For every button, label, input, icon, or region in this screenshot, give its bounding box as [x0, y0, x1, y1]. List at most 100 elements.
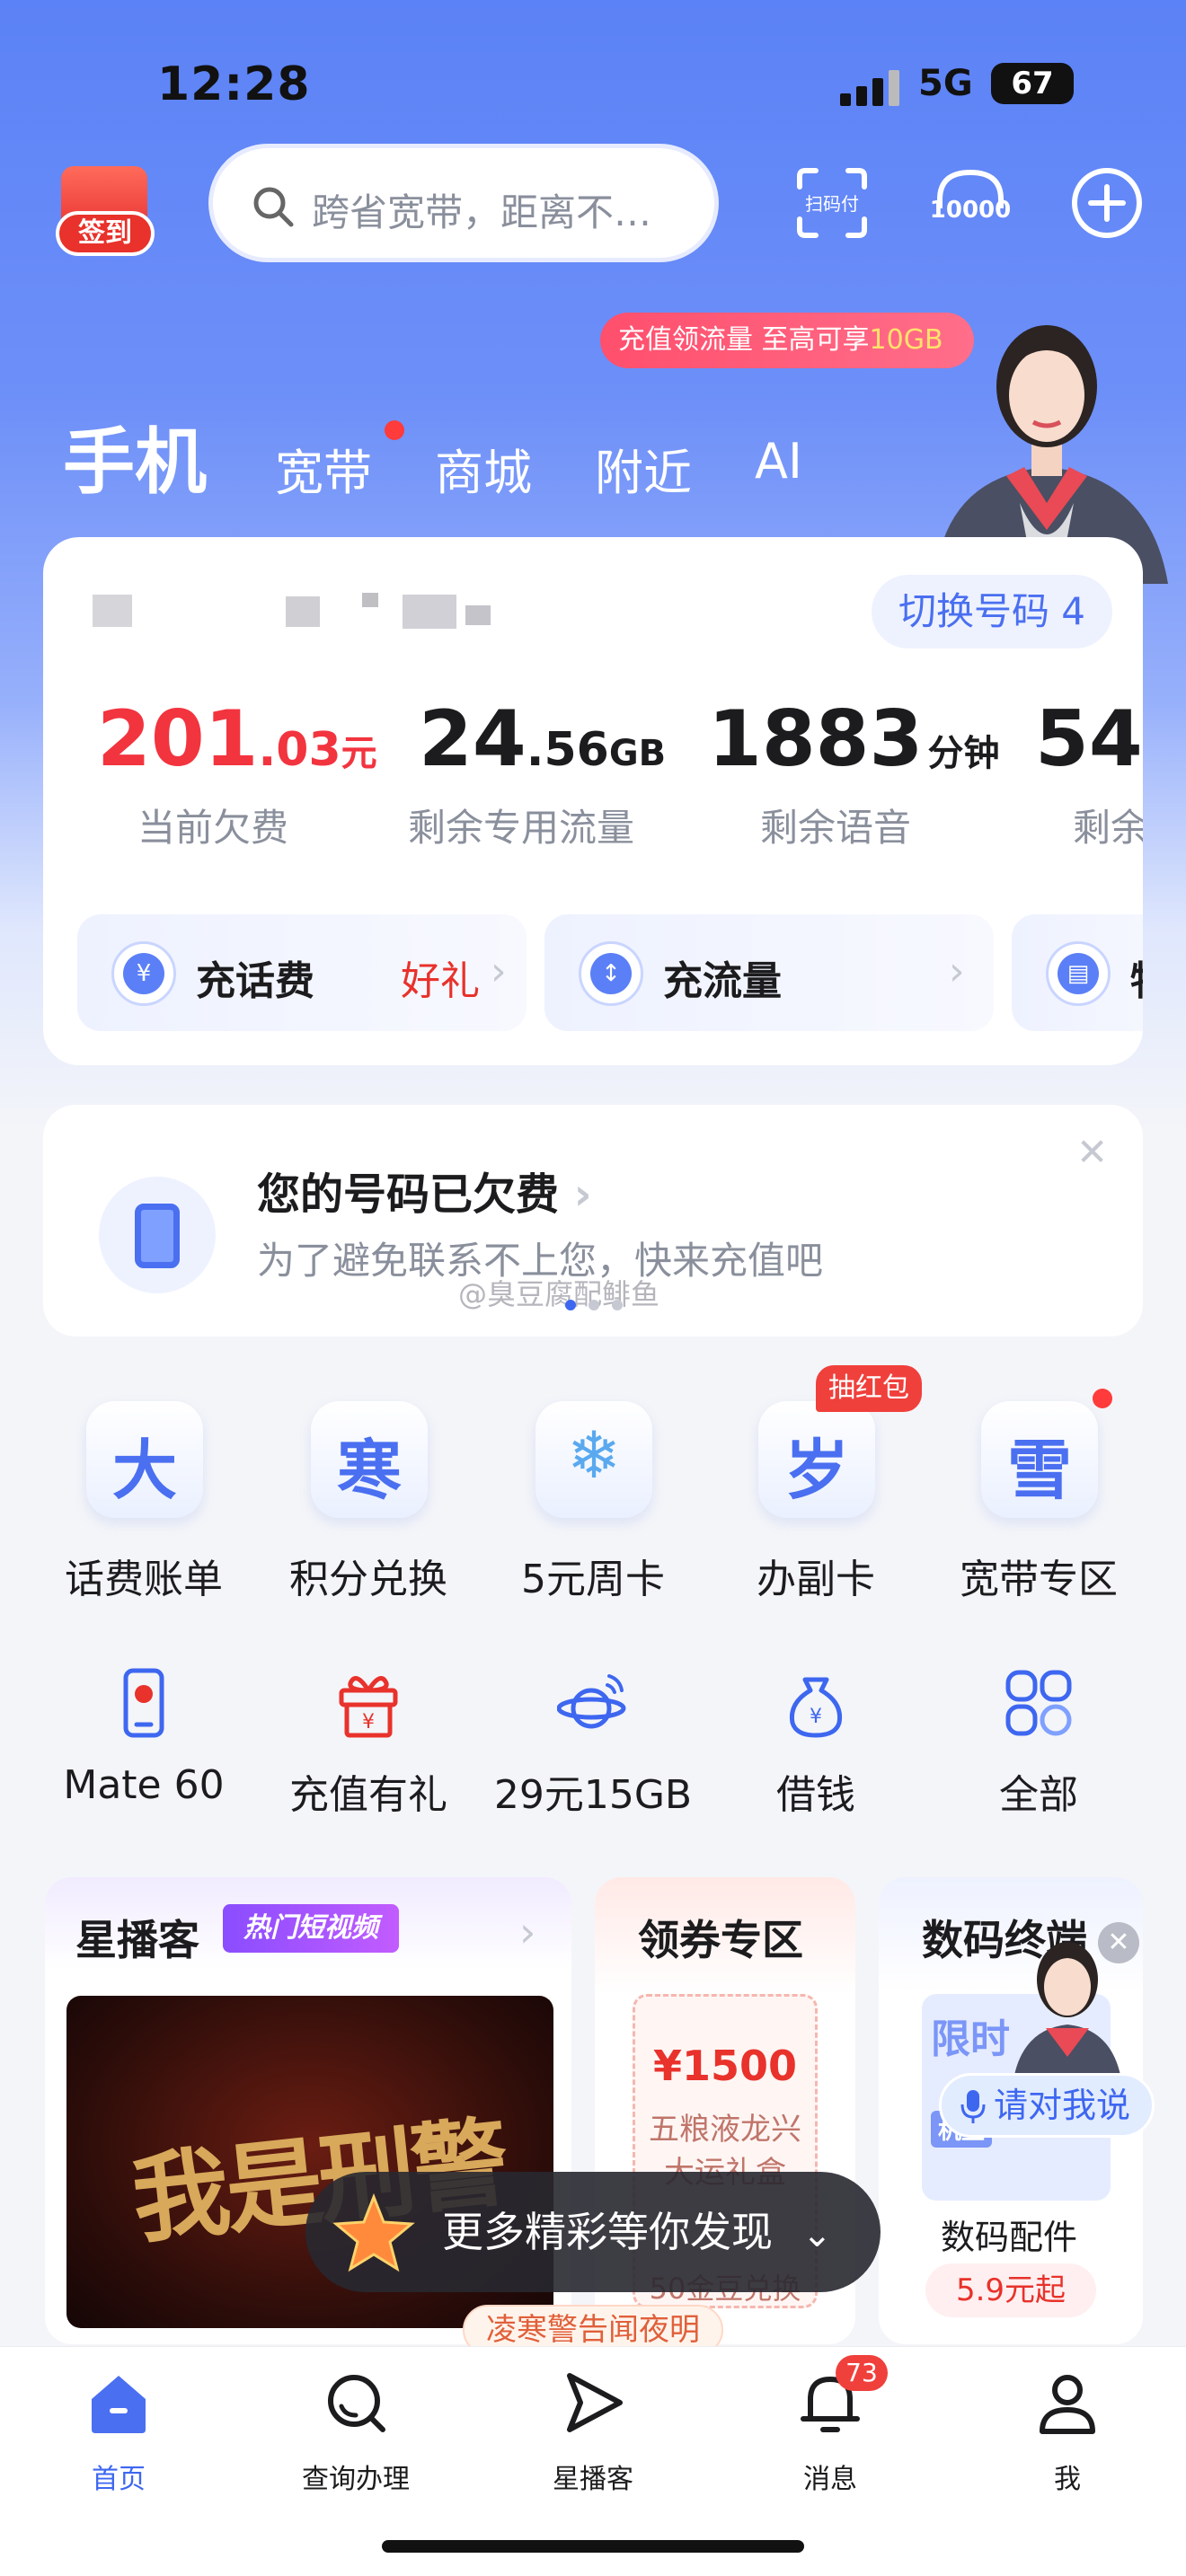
service-bill[interactable]: 大话费账单	[36, 1401, 252, 1617]
card-title: 领券专区	[638, 1916, 803, 1964]
coupon-price: ¥1500	[652, 2042, 798, 2090]
chevron-right-icon: ›	[491, 948, 507, 994]
red-packet-tag: 抽红包	[816, 1365, 922, 1412]
service-label: 宽带专区	[960, 1557, 1118, 1602]
search-placeholder: 跨省宽带，距离不…	[312, 190, 652, 234]
checkin-label: 签到	[56, 211, 155, 256]
grid-icon	[1005, 1670, 1072, 1736]
service-label: 积分兑换	[289, 1557, 447, 1602]
svg-text:¥: ¥	[362, 1711, 375, 1734]
signal-icon	[840, 70, 899, 106]
home-indicator	[382, 2540, 804, 2553]
service-label: Mate 60	[63, 1762, 225, 1808]
service-recharge-gift[interactable]: ¥ 充值有礼	[261, 1667, 476, 1847]
recharge-data-label: 充流量	[663, 958, 782, 1004]
yuan-coin-icon: ¥	[111, 941, 176, 1006]
notice-title: 您的号码已欠费 ›	[257, 1169, 592, 1220]
service-mate60[interactable]: Mate 60	[36, 1667, 252, 1847]
sub-card-tile-icon: 岁	[758, 1401, 875, 1518]
money-bag-icon: ¥	[789, 1677, 843, 1738]
search-icon	[328, 2375, 385, 2432]
mobile-phone-icon	[99, 1177, 216, 1293]
metric-data-remaining[interactable]: 24.56GB	[419, 694, 666, 784]
scan-pay-button[interactable]: 扫码付	[792, 163, 872, 243]
tab-phone[interactable]: 手机	[63, 404, 207, 508]
service-label: 话费账单	[65, 1557, 223, 1602]
switch-number-button[interactable]: 切换号码 4	[872, 575, 1112, 648]
metric-other-remaining[interactable]: 545	[1035, 694, 1143, 784]
metric-unit: 元	[341, 733, 377, 774]
promo-text: 充值领流量 至高可享	[618, 324, 870, 356]
metric-value: 1883	[708, 694, 924, 784]
service-label: 全部	[999, 1772, 1078, 1818]
tab-label: 查询办理	[302, 2464, 410, 2495]
gift-icon: ¥	[339, 1676, 398, 1738]
tab-query[interactable]: 查询办理	[257, 2367, 455, 2501]
recharge-data-button[interactable]: ↕ 充流量 ›	[544, 914, 994, 1031]
svg-text:10000: 10000	[931, 197, 1010, 224]
service-broadband-zone[interactable]: 雪宽带专区	[931, 1401, 1146, 1617]
tab-nearby[interactable]: 附近	[595, 433, 692, 504]
tab-star-broadcast[interactable]: 星播客	[494, 2367, 692, 2501]
tab-home[interactable]: 首页	[20, 2367, 217, 2501]
close-assistant-icon[interactable]: ✕	[1098, 1922, 1139, 1963]
card-title: 星播客	[75, 1916, 199, 1964]
recharge-bill-button[interactable]: ¥ 充话费 好礼 ›	[77, 914, 527, 1031]
metric-fraction: .03	[258, 723, 341, 777]
microphone-icon	[960, 2090, 986, 2123]
add-button[interactable]	[1067, 163, 1146, 243]
metric-unit: GB	[608, 733, 667, 774]
toast-text: 更多精彩等你发现	[442, 2208, 773, 2256]
close-icon[interactable]: ✕	[1076, 1130, 1108, 1174]
service-sub-card[interactable]: 岁办副卡	[708, 1401, 924, 1617]
metric-unit: 分钟	[927, 733, 1000, 774]
star-icon	[332, 2192, 415, 2272]
scan-pay-icon: 扫码付	[797, 168, 867, 238]
bill-tile-icon: 大	[86, 1401, 203, 1518]
tab-broadband[interactable]: 宽带	[275, 433, 372, 504]
service-label: 办副卡	[757, 1557, 875, 1602]
discover-more-toast[interactable]: 更多精彩等你发现 ⌄	[305, 2172, 881, 2292]
checkin-button[interactable]: 签到	[45, 157, 162, 265]
metric-voice-remaining[interactable]: 1883 分钟	[708, 694, 999, 784]
service-weekly-card[interactable]: ❄ 5元周卡	[485, 1401, 701, 1617]
broadband-red-dot	[385, 420, 404, 440]
snowflake-icon: ❄	[535, 1401, 652, 1518]
chevron-right-icon: ›	[519, 1908, 536, 1956]
user-icon	[1040, 2375, 1095, 2434]
hot-video-tag: 热门短视频	[223, 1904, 399, 1953]
metric-balance-due[interactable]: 201.03元	[97, 694, 377, 784]
hotline-button[interactable]: 10000	[930, 163, 1011, 243]
metric-value: 24	[419, 694, 527, 784]
search-icon	[253, 187, 294, 227]
home-icon	[92, 2376, 146, 2433]
phone-icon	[123, 1668, 164, 1738]
svg-text:¥: ¥	[810, 1706, 822, 1728]
metric-fraction: .56	[526, 723, 609, 777]
service-points[interactable]: 寒积分兑换	[261, 1401, 476, 1617]
svg-text:扫码付: 扫码付	[805, 193, 859, 215]
third-action-button[interactable]: ▤ 物	[1012, 914, 1143, 1031]
tab-ai[interactable]: AI	[755, 433, 802, 490]
headset-icon: 10000	[930, 169, 1011, 224]
service-all[interactable]: 全部	[931, 1667, 1146, 1847]
tab-label: 首页	[92, 2464, 146, 2495]
network-type: 5G	[918, 63, 973, 104]
voice-assistant-button[interactable]: 请对我说	[939, 2073, 1155, 2138]
play-icon	[567, 2373, 623, 2432]
water-drop-icon: ↕	[579, 941, 643, 1006]
tab-messages[interactable]: 消息	[731, 2367, 929, 2501]
metric-balance-label: 当前欠费	[137, 806, 289, 850]
tab-mall[interactable]: 商城	[435, 433, 532, 504]
third-action-label: 物	[1130, 948, 1143, 1006]
gift-label: 好礼	[401, 958, 480, 1004]
chevron-right-icon: ›	[949, 948, 965, 994]
digital-label: 数码配件	[940, 2218, 1077, 2257]
chevron-down-icon: ⌄	[801, 2214, 833, 2255]
service-loan[interactable]: ¥ 借钱	[708, 1667, 924, 1847]
metric-voice-label: 剩余语音	[760, 806, 912, 850]
service-29-plan[interactable]: 29元15GB	[485, 1667, 701, 1847]
search-bar[interactable]: 跨省宽带，距离不…	[208, 144, 719, 262]
metric-value: 545	[1035, 694, 1143, 784]
tab-me[interactable]: 我	[969, 2367, 1166, 2501]
